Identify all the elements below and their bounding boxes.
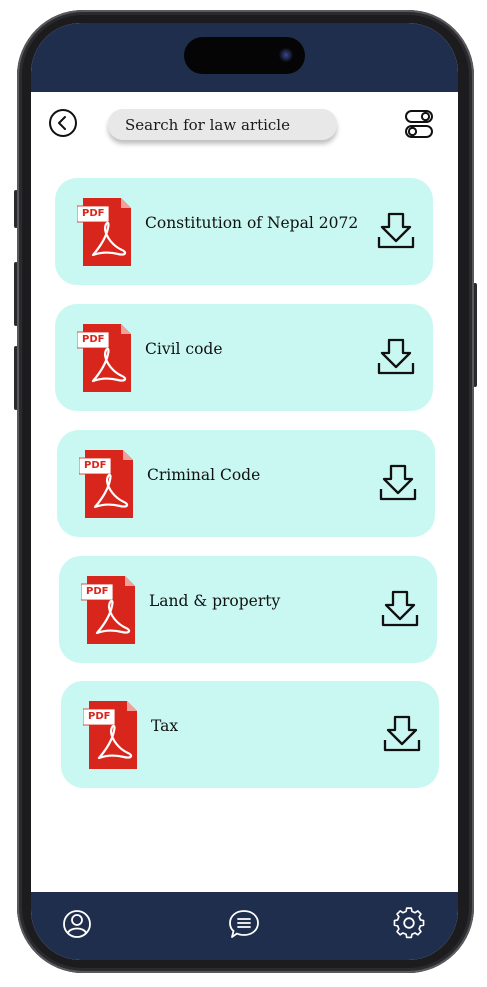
chevron-left-icon — [58, 116, 66, 130]
document-card[interactable]: PDF Criminal Code — [57, 430, 435, 537]
document-title: Land & property — [149, 592, 281, 610]
download-icon[interactable] — [379, 462, 417, 502]
document-title: Criminal Code — [147, 466, 261, 484]
document-title: Civil code — [145, 340, 223, 358]
top-status-bar — [31, 23, 458, 92]
document-card[interactable]: PDF Land & property — [59, 556, 437, 663]
dynamic-island — [184, 37, 305, 74]
pdf-badge-label: PDF — [84, 460, 107, 471]
profile-icon[interactable] — [61, 907, 93, 941]
download-icon[interactable] — [377, 336, 415, 376]
document-card[interactable]: PDF Civil code — [55, 304, 433, 411]
back-button[interactable] — [49, 109, 77, 137]
document-card[interactable]: PDF Constitution of Nepal 2072 — [55, 178, 433, 285]
front-camera — [279, 48, 293, 62]
pdf-badge-label: PDF — [88, 711, 111, 722]
search-placeholder: Search for law article — [125, 116, 290, 134]
phone-screen: Search for law article PDF Constitution … — [31, 23, 458, 960]
download-icon[interactable] — [381, 588, 419, 628]
download-icon[interactable] — [383, 713, 421, 753]
toggle-switches-icon — [405, 110, 433, 138]
download-icon[interactable] — [377, 210, 415, 250]
bottom-nav-bar — [31, 892, 458, 960]
settings-gear-icon[interactable] — [393, 907, 425, 941]
document-title: Tax — [151, 717, 179, 735]
document-card[interactable]: PDF Tax — [61, 681, 439, 788]
pdf-badge-label: PDF — [82, 208, 105, 219]
document-title: Constitution of Nepal 2072 — [145, 214, 359, 232]
filter-toggle-button[interactable] — [404, 109, 434, 139]
chat-menu-icon[interactable] — [228, 907, 260, 941]
pdf-badge-label: PDF — [86, 586, 109, 597]
pdf-badge-label: PDF — [82, 334, 105, 345]
search-input[interactable]: Search for law article — [108, 109, 337, 140]
